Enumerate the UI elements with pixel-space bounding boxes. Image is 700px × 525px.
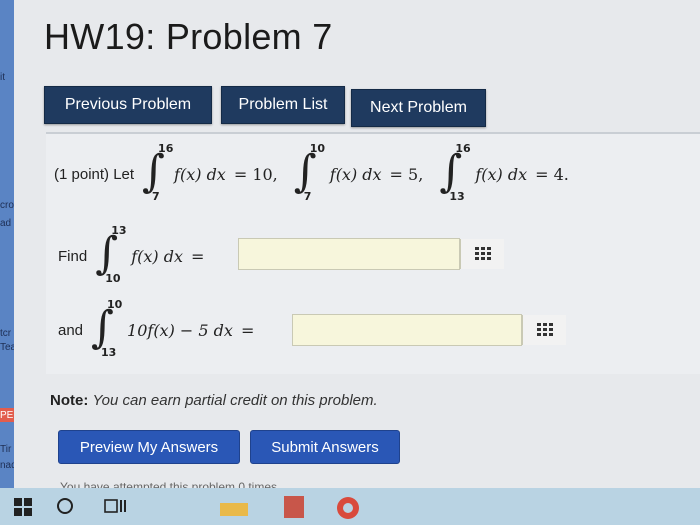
strip-text: ad: [0, 218, 12, 229]
taskbar: [0, 488, 700, 525]
homework-page: HW19: Problem 7 Previous Problem Problem…: [14, 0, 700, 488]
given-integrals: (1 point) Let ∫ 16 7 f(x) dx = 10, ∫ 10 …: [54, 142, 569, 203]
file-explorer-icon[interactable]: [220, 500, 248, 516]
answer-input-2[interactable]: [292, 314, 522, 346]
integral-value: = 5,: [389, 164, 424, 184]
integrand: f(x) dx: [174, 164, 226, 184]
lower-limit: 13: [449, 190, 465, 203]
grid-icon: [536, 323, 553, 336]
upper-limit: 10: [107, 298, 123, 311]
problem-list-button[interactable]: Problem List: [221, 86, 345, 124]
equation-editor-icon[interactable]: [460, 239, 504, 269]
upper-limit: 16: [455, 142, 471, 155]
integrand: f(x) dx: [475, 164, 528, 184]
attempts-status: You have attempted this problem 0 times.: [14, 474, 700, 488]
strip-text: it: [0, 72, 5, 83]
integral-sign: ∫ 10 7: [293, 142, 326, 203]
equals-sign: =: [190, 246, 205, 266]
integrand: 10f(x) − 5 dx: [127, 320, 233, 340]
grid-icon: [474, 247, 491, 260]
upper-limit: 16: [158, 142, 174, 155]
integral-sign: ∫ 16 13: [439, 142, 471, 203]
page-title: HW19: Problem 7: [44, 16, 333, 57]
problem-box: (1 point) Let ∫ 16 7 f(x) dx = 10, ∫ 10 …: [46, 132, 700, 374]
integral-value: = 4.: [535, 164, 569, 184]
background-window-strip: it cro ad tcr Tea PE Tir nad: [0, 0, 14, 488]
equals-sign: =: [240, 320, 255, 340]
question-1: Find ∫ 13 10 f(x) dx =: [58, 224, 205, 285]
upper-limit: 10: [309, 142, 326, 155]
integral-sign: ∫ 10 13: [91, 298, 123, 359]
answer-input-1[interactable]: [238, 238, 460, 270]
problem-intro: (1 point) Let: [54, 165, 135, 183]
task-view-icon[interactable]: [104, 497, 126, 515]
note-label: Note:: [50, 392, 89, 409]
lower-limit: 7: [303, 190, 312, 203]
strip-text: PE: [0, 410, 14, 421]
question-2: and ∫ 10 13 10f(x) − 5 dx =: [58, 298, 255, 359]
integral-sign: ∫ 13 10: [95, 224, 127, 285]
lower-limit: 7: [152, 190, 160, 203]
strip-text: Tir: [0, 444, 12, 455]
strip-text: nad: [0, 460, 14, 471]
search-icon[interactable]: [56, 497, 74, 515]
lower-limit: 10: [105, 272, 121, 285]
submit-answers-button[interactable]: Submit Answers: [250, 430, 400, 464]
windows-start-icon[interactable]: [14, 498, 32, 516]
partial-credit-note: Note: You can earn partial credit on thi…: [50, 392, 378, 409]
note-text: You can earn partial credit on this prob…: [92, 392, 378, 409]
strip-text: Tea: [0, 342, 14, 353]
app-icon[interactable]: [284, 496, 304, 518]
chrome-icon[interactable]: [336, 496, 360, 520]
lower-limit: 13: [101, 346, 117, 359]
integral-sign: ∫ 16 7: [142, 142, 174, 203]
attempts-text: You have attempted this problem 0 times.: [60, 480, 281, 488]
question-label: Find: [58, 247, 88, 265]
equation-editor-icon[interactable]: [522, 315, 566, 345]
previous-problem-button[interactable]: Previous Problem: [44, 86, 212, 124]
integrand: f(x) dx: [329, 164, 382, 184]
upper-limit: 13: [111, 224, 127, 237]
preview-answers-button[interactable]: Preview My Answers: [58, 430, 240, 464]
next-problem-button[interactable]: Next Problem: [351, 89, 486, 127]
strip-text: cro: [0, 200, 14, 211]
question-label: and: [58, 321, 84, 339]
integrand: f(x) dx: [131, 246, 183, 266]
strip-text: tcr: [0, 328, 12, 339]
integral-value: = 10,: [233, 164, 278, 184]
